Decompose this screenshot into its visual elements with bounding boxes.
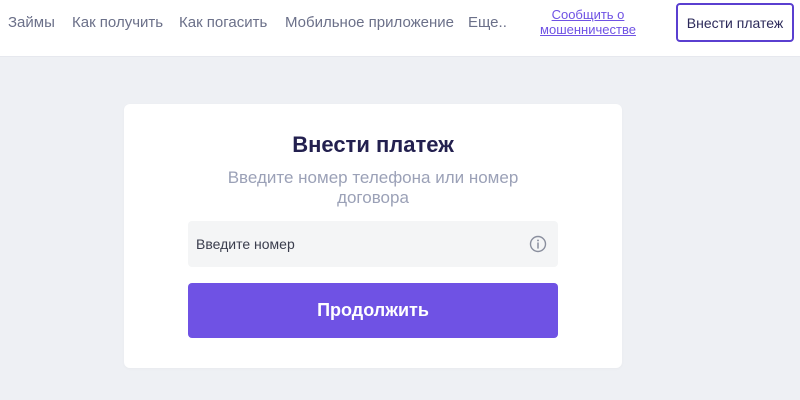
site-header: Займы Как получить Как погасить Мобильно… bbox=[0, 0, 800, 57]
number-field bbox=[188, 221, 558, 267]
form-subtitle: Введите номер телефона или номер договор… bbox=[227, 168, 519, 207]
nav-link-how-to-get[interactable]: Как получить bbox=[72, 14, 163, 31]
number-input[interactable] bbox=[188, 221, 518, 267]
nav-link-how-to-repay[interactable]: Как погасить bbox=[179, 14, 267, 31]
nav-link-loans[interactable]: Займы bbox=[8, 14, 55, 31]
continue-button[interactable]: Продолжить bbox=[188, 283, 558, 338]
nav-link-mobile-app[interactable]: Мобильное приложение bbox=[285, 14, 454, 31]
report-fraud-link[interactable]: Сообщить о мошенничестве bbox=[533, 7, 643, 37]
page-title: Внести платеж bbox=[292, 132, 454, 157]
header-pay-button[interactable]: Внести платеж bbox=[676, 3, 794, 42]
nav-link-more[interactable]: Еще.. bbox=[468, 14, 507, 31]
payment-card: Внести платеж Введите номер телефона или… bbox=[124, 104, 622, 368]
info-circle-icon[interactable] bbox=[529, 235, 547, 253]
